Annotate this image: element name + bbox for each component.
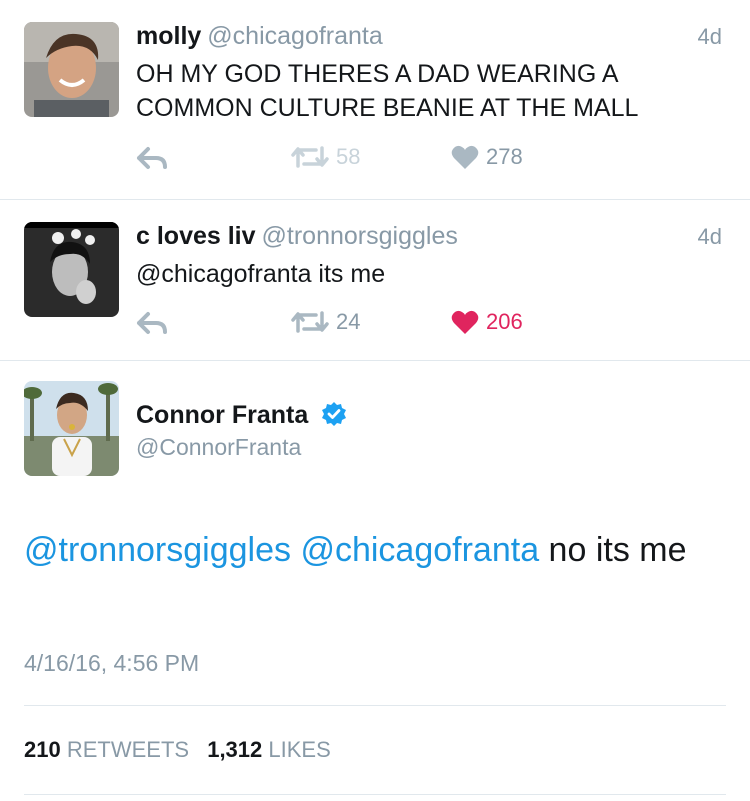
tweet-time: 4d bbox=[697, 24, 722, 49]
retweet-button[interactable]: 24 bbox=[290, 309, 360, 335]
tweet-text: OH MY GOD THERES A DAD WEARING A COMMON … bbox=[136, 60, 639, 122]
heart-icon bbox=[451, 310, 479, 334]
retweet-button[interactable]: 58 bbox=[290, 144, 360, 170]
main-tweet: Connor Franta @ConnorFranta @tronnorsgig… bbox=[0, 361, 750, 801]
reply-icon bbox=[137, 147, 167, 169]
reply-button[interactable] bbox=[136, 146, 168, 170]
verified-badge-icon bbox=[322, 402, 347, 426]
tweet-1[interactable]: molly @chicagofranta 4d OH MY GOD THERES … bbox=[0, 0, 750, 199]
avatar-photo bbox=[24, 381, 119, 476]
retweet-icon bbox=[291, 146, 329, 168]
avatar-photo bbox=[24, 22, 119, 117]
likes-label: LIKES bbox=[268, 737, 331, 762]
retweets-stat[interactable]: 210 RETWEETS bbox=[24, 737, 189, 762]
tweet-text: no its me bbox=[539, 531, 687, 569]
like-button[interactable]: 206 bbox=[451, 309, 523, 335]
tweet-2[interactable]: c loves liv @tronnorsgiggles 4d @chicagof… bbox=[0, 200, 750, 360]
display-name[interactable]: Connor Franta bbox=[136, 401, 308, 429]
avatar[interactable] bbox=[24, 22, 119, 117]
tweet-time: 4d bbox=[697, 224, 722, 249]
mention-link[interactable]: @chicagofranta bbox=[300, 531, 539, 569]
like-total: 1,312 bbox=[207, 737, 263, 762]
mention-link[interactable]: @tronnorsgiggles bbox=[24, 531, 291, 569]
username[interactable]: @tronnorsgiggles bbox=[262, 222, 458, 250]
reply-button[interactable] bbox=[136, 311, 168, 335]
retweets-label: RETWEETS bbox=[66, 737, 190, 762]
display-name[interactable]: molly bbox=[136, 22, 201, 50]
tweet-timestamp: 4/16/16, 4:56 PM bbox=[24, 650, 200, 676]
retweet-count: 24 bbox=[336, 309, 361, 334]
username[interactable]: @ConnorFranta bbox=[136, 434, 301, 461]
tweet-text: @chicagofranta its me bbox=[136, 260, 386, 288]
divider bbox=[24, 705, 726, 706]
reply-icon bbox=[137, 312, 167, 334]
heart-icon bbox=[451, 145, 479, 169]
avatar[interactable] bbox=[24, 381, 119, 476]
likes-stat[interactable]: 1,312 LIKES bbox=[207, 737, 331, 762]
tweet-stats: 210 RETWEETS 1,312 LIKES bbox=[24, 737, 331, 763]
display-name[interactable]: c loves liv bbox=[136, 222, 256, 250]
like-count: 206 bbox=[486, 309, 523, 334]
main-tweet-text: @tronnorsgiggles @chicagofranta no its m… bbox=[24, 524, 724, 576]
divider bbox=[24, 794, 726, 795]
username[interactable]: @chicagofranta bbox=[207, 22, 382, 50]
like-button[interactable]: 278 bbox=[451, 144, 523, 170]
avatar[interactable] bbox=[24, 222, 119, 317]
retweet-icon bbox=[291, 311, 329, 333]
avatar-photo bbox=[24, 222, 119, 317]
retweet-total: 210 bbox=[24, 737, 61, 762]
retweet-count: 58 bbox=[336, 144, 361, 169]
like-count: 278 bbox=[486, 144, 523, 169]
